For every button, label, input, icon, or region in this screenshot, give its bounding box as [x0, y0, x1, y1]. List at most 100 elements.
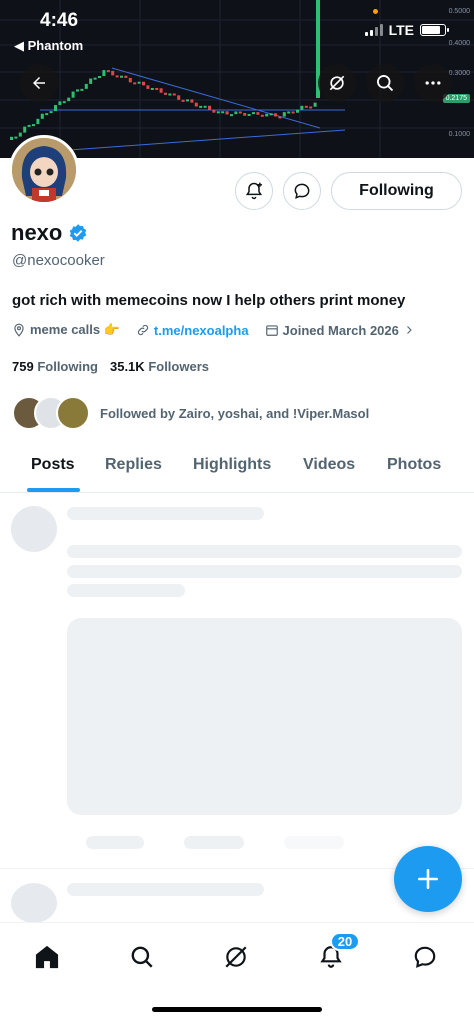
candle — [155, 87, 159, 90]
candle — [146, 85, 150, 89]
followed-by-row[interactable]: Followed by Zairo, yoshai, and !Viper.Ma… — [12, 396, 369, 430]
candle — [194, 102, 198, 107]
candle — [115, 75, 119, 78]
candle — [164, 92, 167, 95]
profile-banner[interactable]: 4:46 ◀ Phantom LTE 0.5000 0.4000 0.3000 … — [0, 0, 474, 158]
joined-text: Joined March 2026 — [282, 322, 399, 338]
more-button[interactable] — [414, 64, 452, 102]
candle — [98, 76, 101, 79]
skeleton-action — [86, 836, 144, 849]
skeleton-media — [67, 618, 462, 815]
candle — [282, 112, 286, 117]
location-pin-icon — [14, 323, 24, 337]
link-icon — [137, 324, 149, 336]
bell-plus-icon — [245, 182, 263, 200]
candle — [106, 70, 110, 73]
tab-highlights[interactable]: Highlights — [193, 456, 271, 474]
battery-icon — [420, 24, 449, 36]
home-indicator[interactable] — [152, 1007, 322, 1012]
candle — [89, 78, 93, 84]
profile-meta: meme calls 👉 t.me/nexoalpha Joined March… — [12, 322, 431, 338]
candle — [49, 111, 53, 114]
skeleton-line — [67, 507, 264, 520]
tab-replies[interactable]: Replies — [105, 456, 162, 474]
status-time: 4:46 — [40, 10, 79, 31]
mutual-avatar — [56, 396, 90, 430]
candle — [80, 88, 84, 91]
candle — [150, 87, 154, 90]
search-profile-button[interactable] — [366, 64, 404, 102]
followed-by-text: Followed by Zairo, yoshai, and !Viper.Ma… — [100, 405, 370, 421]
tab-posts[interactable]: Posts — [31, 456, 75, 474]
followers-count-link[interactable]: 35.1K Followers — [110, 359, 209, 374]
candle — [208, 105, 211, 111]
chevron-right-icon — [406, 326, 412, 334]
candle — [172, 93, 176, 96]
candle — [27, 124, 31, 127]
candle — [291, 111, 295, 114]
candle — [230, 114, 233, 117]
candle — [225, 111, 229, 115]
candle — [287, 111, 291, 114]
nav-search[interactable] — [122, 937, 162, 977]
candle — [203, 105, 207, 108]
candle — [10, 136, 13, 140]
candle — [199, 105, 203, 108]
grok-slash-icon — [329, 75, 345, 91]
website-link[interactable]: t.me/nexoalpha — [154, 323, 249, 338]
price-tick: 0.4000 — [448, 40, 470, 47]
candle — [124, 75, 128, 78]
skeleton-line — [67, 545, 462, 558]
candle — [269, 113, 273, 116]
candle — [36, 118, 40, 125]
candle — [84, 83, 88, 89]
location-item: meme calls 👉 — [12, 322, 120, 338]
candle — [296, 109, 299, 113]
candle — [309, 106, 313, 109]
nav-grok[interactable] — [216, 937, 256, 977]
following-count: 759 — [12, 359, 34, 374]
home-icon — [35, 945, 59, 969]
candle — [247, 113, 251, 116]
candle — [181, 99, 185, 102]
notify-button[interactable] — [235, 172, 273, 210]
candle — [18, 132, 22, 137]
tab-videos[interactable]: Videos — [303, 456, 355, 474]
status-icons: LTE — [364, 22, 449, 38]
candle — [278, 116, 282, 119]
grok-icon — [225, 946, 247, 968]
candle — [93, 77, 97, 80]
back-button[interactable] — [20, 64, 58, 102]
more-dots-icon — [425, 81, 441, 85]
following-button[interactable]: Following — [331, 172, 462, 210]
follow-counts: 759 Following 35.1K Followers — [12, 359, 209, 374]
user-handle: @nexocooker — [12, 252, 105, 269]
joined-item[interactable]: Joined March 2026 — [265, 323, 415, 338]
back-to-app[interactable]: ◀ Phantom — [14, 38, 83, 54]
candle — [265, 113, 269, 117]
following-count-link[interactable]: 759 Following — [12, 359, 98, 374]
candle — [186, 99, 189, 102]
price-tick: 0.3000 — [448, 70, 470, 77]
profile-bio: got rich with memecoins now I help other… — [12, 292, 406, 309]
skeleton-avatar — [11, 506, 57, 552]
avatar-image — [12, 138, 76, 202]
compose-button[interactable] — [394, 846, 462, 912]
grok-button[interactable] — [318, 64, 356, 102]
tab-photos[interactable]: Photos — [387, 456, 441, 474]
verified-badge-icon[interactable] — [68, 223, 88, 243]
nav-messages[interactable] — [405, 937, 445, 977]
candle — [142, 81, 145, 86]
profile-avatar[interactable] — [9, 135, 79, 205]
candle — [67, 97, 71, 102]
candle — [45, 113, 49, 116]
price-tick: 0.5000 — [448, 8, 470, 15]
website-item[interactable]: t.me/nexoalpha — [136, 323, 249, 338]
candle — [221, 111, 225, 114]
followers-count: 35.1K — [109, 359, 145, 374]
profile-tabs: Posts Replies Highlights Videos Photos — [0, 440, 474, 493]
name-row: nexo — [11, 220, 88, 246]
candle — [71, 91, 75, 98]
nav-home[interactable] — [27, 937, 67, 977]
message-button[interactable] — [283, 172, 321, 210]
